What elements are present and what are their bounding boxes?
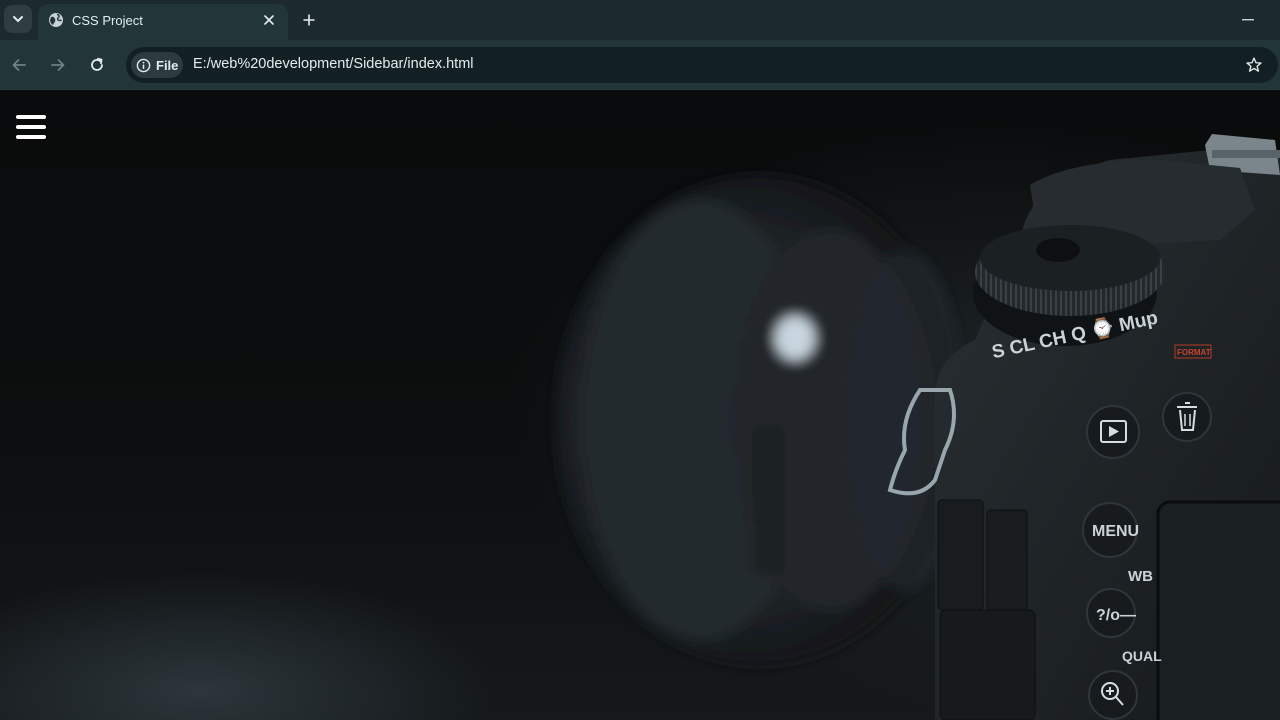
format-label: FORMAT	[1177, 348, 1211, 357]
forward-button[interactable]	[45, 52, 71, 78]
page-viewport: S CL CH Q ⌚ Mup FORMAT MENU WB ?/o— QUAL	[0, 90, 1280, 720]
tab-css-project[interactable]: CSS Project	[38, 4, 288, 40]
new-tab-button[interactable]	[298, 9, 320, 31]
tab-bar: CSS Project	[0, 0, 1280, 40]
arrow-left-icon	[12, 59, 26, 71]
site-chip-label: File	[156, 57, 179, 73]
minimize-button[interactable]	[1238, 10, 1258, 30]
wb-label: WB	[1128, 568, 1153, 585]
menu-label: MENU	[1092, 523, 1139, 540]
tab-title: CSS Project	[72, 13, 143, 28]
address-bar[interactable]: File E:/web%20development/Sidebar/index.…	[126, 47, 1278, 83]
hero-camera-image: S CL CH Q ⌚ Mup FORMAT MENU WB ?/o— QUAL	[555, 134, 1280, 720]
reload-icon	[91, 57, 103, 71]
star-icon	[1246, 57, 1262, 72]
globe-icon	[49, 13, 63, 27]
minimize-icon	[1242, 19, 1254, 21]
info-icon	[136, 58, 151, 72]
bookmark-button[interactable]	[1244, 55, 1264, 75]
chevron-down-icon	[13, 16, 23, 23]
hamburger-icon-bar	[16, 115, 46, 119]
site-info-chip[interactable]: File	[131, 52, 183, 78]
close-tab-button[interactable]	[260, 11, 278, 29]
hamburger-icon-bar	[16, 135, 46, 139]
plus-icon	[303, 14, 315, 26]
help-label: ?/o—	[1096, 607, 1136, 624]
qual-label: QUAL	[1122, 648, 1162, 664]
back-button[interactable]	[6, 52, 32, 78]
reload-button[interactable]	[84, 52, 110, 78]
tab-search-button[interactable]	[4, 5, 32, 33]
browser-toolbar: File E:/web%20development/Sidebar/index.…	[0, 40, 1280, 90]
arrow-right-icon	[51, 59, 65, 71]
url-text[interactable]: E:/web%20development/Sidebar/index.html	[193, 56, 474, 72]
close-icon	[264, 15, 274, 25]
sidebar-toggle-button[interactable]	[16, 114, 46, 140]
hamburger-icon-bar	[16, 125, 46, 129]
